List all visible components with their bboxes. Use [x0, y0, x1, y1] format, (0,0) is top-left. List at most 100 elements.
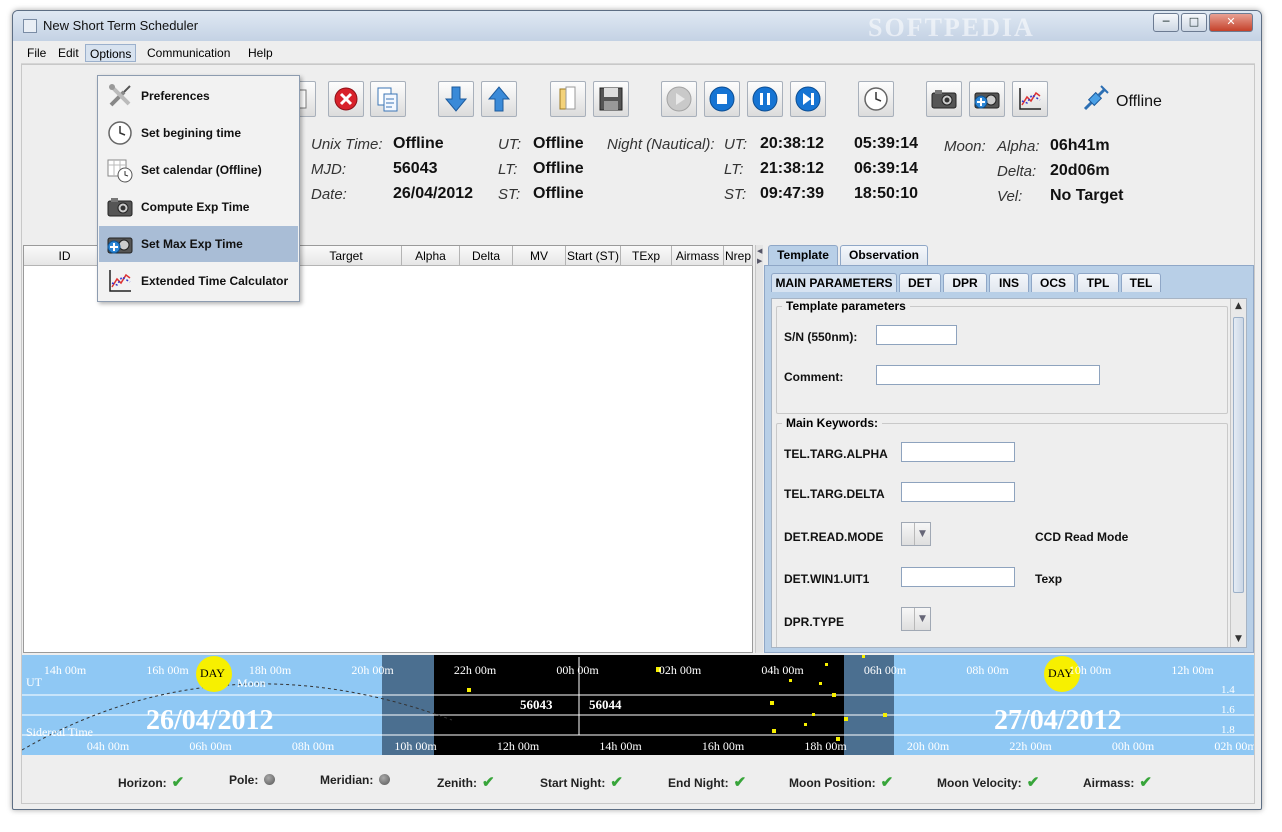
- moon-vel-label: Vel:: [997, 188, 1023, 205]
- column-header-mv[interactable]: MV: [513, 246, 566, 266]
- delete-icon[interactable]: [328, 81, 364, 117]
- targ-delta-input[interactable]: [901, 482, 1015, 502]
- unix-time-value: Offline: [393, 135, 444, 152]
- column-header-alpha[interactable]: Alpha: [402, 246, 460, 266]
- column-header-airmass[interactable]: Airmass: [672, 246, 724, 266]
- maximize-button[interactable]: □: [1181, 13, 1207, 32]
- template-tab-body: MAIN PARAMETERS DET DPR INS OCS TPL TEL …: [764, 265, 1254, 653]
- menu-item-preferences[interactable]: Preferences: [99, 78, 298, 114]
- connection-status: Offline: [1116, 93, 1162, 110]
- night-st-label: ST:: [724, 186, 747, 203]
- subtab-main-parameters[interactable]: MAIN PARAMETERS: [771, 273, 897, 292]
- form-scrollbar[interactable]: ▲ ▼: [1230, 299, 1246, 647]
- subtab-tel[interactable]: TEL: [1121, 273, 1161, 292]
- parameters-form: Template parameters S/N (550nm): Comment…: [771, 298, 1247, 648]
- tab-template[interactable]: Template: [768, 245, 838, 265]
- timeline-tick-label: 08h 00m: [966, 663, 1009, 677]
- camera-icon[interactable]: [926, 81, 962, 117]
- title-bar[interactable]: New Short Term Scheduler SOFTPEDIA ─ □ ✕: [13, 11, 1261, 42]
- subtab-ocs[interactable]: OCS: [1031, 273, 1075, 292]
- status-label: Pole:: [229, 773, 259, 787]
- scroll-thumb[interactable]: [1233, 317, 1244, 593]
- read-mode-select[interactable]: ▼: [901, 522, 931, 546]
- sn-input[interactable]: [876, 325, 957, 345]
- move-up-icon[interactable]: [481, 81, 517, 117]
- menu-item-extended-time-calculator[interactable]: Extended Time Calculator: [99, 263, 298, 299]
- status-horizon: Horizon: ✔: [118, 773, 184, 791]
- collapse-right-icon[interactable]: ▶: [757, 257, 762, 265]
- night-st-end: 18:50:10: [854, 185, 919, 202]
- menu-bar: File Edit Options Communication Help: [21, 42, 1255, 64]
- save-icon[interactable]: [593, 81, 629, 117]
- moon-label: Moon:: [944, 138, 986, 155]
- scroll-up-icon[interactable]: ▲: [1231, 299, 1246, 314]
- column-header-texp[interactable]: TExp: [621, 246, 672, 266]
- menu-file[interactable]: File: [23, 44, 50, 62]
- menu-options[interactable]: Options: [85, 44, 137, 62]
- column-header-nrep[interactable]: Nrep: [724, 246, 753, 266]
- day-label-right: DAY: [1048, 666, 1073, 680]
- camera-add-icon[interactable]: [969, 81, 1005, 117]
- collapse-left-icon[interactable]: ◀: [757, 247, 762, 255]
- moon-delta-value: 20d06m: [1050, 162, 1110, 179]
- move-down-icon[interactable]: [438, 81, 474, 117]
- template-parameters-group: [776, 306, 1228, 414]
- scroll-down-icon[interactable]: ▼: [1231, 632, 1246, 647]
- close-button[interactable]: ✕: [1209, 13, 1253, 32]
- menu-item-set-begining-time[interactable]: Set begining time: [99, 115, 298, 151]
- play-icon[interactable]: [661, 81, 697, 117]
- tab-observation[interactable]: Observation: [840, 245, 928, 265]
- panel-splitter[interactable]: ◀ ▶: [755, 245, 763, 653]
- targ-alpha-input[interactable]: [901, 442, 1015, 462]
- next-icon[interactable]: [790, 81, 826, 117]
- clock-icon[interactable]: [858, 81, 894, 117]
- subtab-ins[interactable]: INS: [989, 273, 1029, 292]
- menu-help[interactable]: Help: [244, 44, 277, 62]
- lt-value: Offline: [533, 160, 584, 177]
- targ-alpha-label: TEL.TARG.ALPHA: [784, 447, 888, 461]
- column-header-start-st[interactable]: Start (ST): [566, 246, 621, 266]
- checkmark-icon: ✔: [1139, 774, 1152, 791]
- menu-item-set-calendar[interactable]: Set calendar (Offline): [99, 152, 298, 188]
- menu-item-set-max-exp-time[interactable]: Set Max Exp Time: [99, 226, 298, 262]
- moon-delta-label: Delta:: [997, 163, 1037, 180]
- night-label: Night (Nautical):: [607, 136, 715, 153]
- subtab-tpl[interactable]: TPL: [1077, 273, 1119, 292]
- subtab-dpr[interactable]: DPR: [943, 273, 987, 292]
- menu-edit[interactable]: Edit: [54, 44, 83, 62]
- unix-time-label: Unix Time:: [311, 136, 383, 153]
- column-header-id[interactable]: ID: [24, 246, 106, 266]
- column-header-delta[interactable]: Delta: [460, 246, 513, 266]
- comment-input[interactable]: [876, 365, 1100, 385]
- stop-icon[interactable]: [704, 81, 740, 117]
- airmass-tick: 1.4: [1221, 684, 1235, 696]
- night-timeline[interactable]: 14h 00m 16h 00m 18h 00m 20h 00m 22h 00m 00h 0…: [22, 655, 1254, 755]
- menu-item-compute-exp-time[interactable]: Compute Exp Time: [99, 189, 298, 225]
- dpr-type-select[interactable]: ▼: [901, 607, 931, 631]
- status-label: Zenith:: [437, 776, 477, 790]
- minimize-button[interactable]: ─: [1153, 13, 1179, 32]
- clock-icon: [108, 121, 132, 145]
- menu-item-label: Set begining time: [141, 126, 242, 140]
- win-input[interactable]: [901, 567, 1015, 587]
- mjd-value: 56043: [393, 160, 438, 177]
- open-file-icon[interactable]: [550, 81, 586, 117]
- day-label-left: DAY: [200, 666, 225, 680]
- menu-item-label: Preferences: [141, 89, 210, 103]
- timeline-tick-label: 18h 00m: [249, 663, 292, 677]
- chart-icon[interactable]: [1012, 81, 1048, 117]
- menu-communication[interactable]: Communication: [143, 44, 234, 62]
- status-end-night: End Night: ✔: [668, 773, 746, 791]
- target-table[interactable]: ID Target Alpha Delta MV Start (ST) TExp…: [23, 245, 753, 653]
- column-header-target[interactable]: Target: [291, 246, 402, 266]
- timeline-tick-label: 10h 00m: [1069, 663, 1112, 677]
- checkmark-icon: ✔: [171, 774, 185, 791]
- copy-icon[interactable]: [370, 81, 406, 117]
- pause-icon[interactable]: [747, 81, 783, 117]
- mjd-label: MJD:: [311, 161, 346, 178]
- timeline-tick-label: 02h 00m: [1214, 739, 1254, 753]
- read-mode-description: CCD Read Mode: [1035, 530, 1129, 544]
- status-label: Moon Velocity:: [937, 776, 1022, 790]
- subtab-det[interactable]: DET: [899, 273, 941, 292]
- status-moon-position: Moon Position: ✔: [789, 773, 893, 791]
